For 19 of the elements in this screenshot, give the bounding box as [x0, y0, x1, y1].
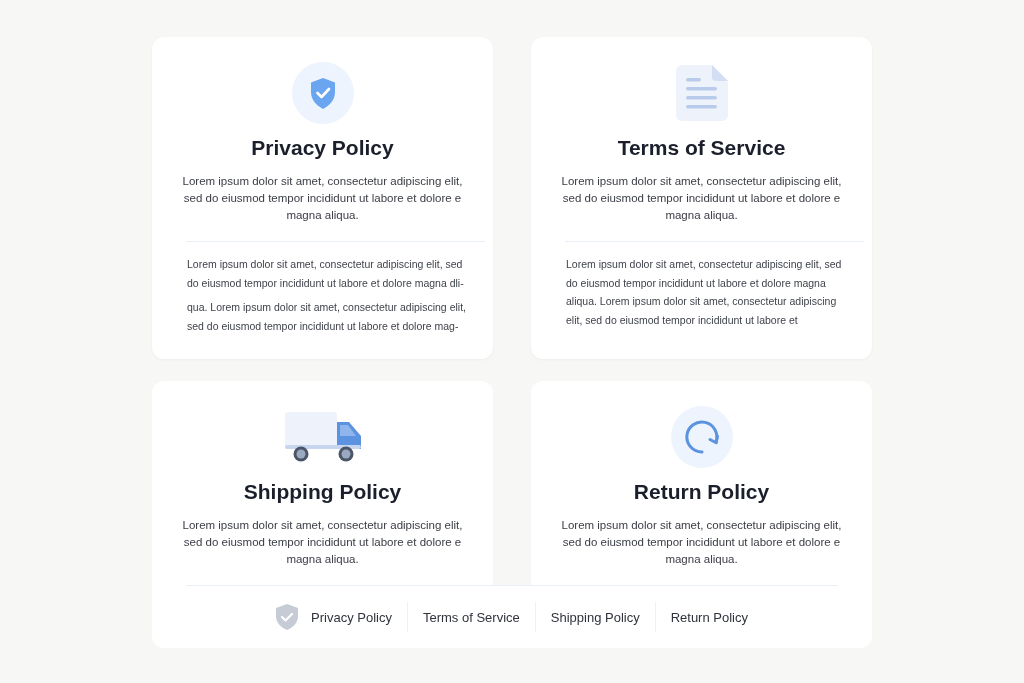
- document-icon: [675, 65, 728, 121]
- card-title: Shipping Policy: [243, 479, 402, 505]
- card-summary: Lorem ipsum dolor sit amet, consectetur adipiscing elit, sed do eiusmod tempor incididunt ut labore et dolore e magna aliqua.: [182, 174, 463, 223]
- card-summary: Lorem ipsum dolor sit amet, consectetur adipiscing elit, sed do eiusmod tempor incididunt ut labore et dolore e magna aliqua.: [561, 518, 842, 567]
- footer-link[interactable]: Shipping Policy: [550, 605, 640, 629]
- card-body-text: Lorem ipsum dolor sit amet, consectetur adipiscing elit, sed do eiusmod tempor incididunt ut labore et dolore magna aliqua. Lorem ipsum dolor sit amet, consectetur adipiscing elit, sed do eiusmod tempor incididunt ut labore et: [566, 257, 843, 328]
- card-title: Privacy Policy: [251, 135, 394, 161]
- footer-link[interactable]: Terms of Service: [422, 605, 520, 629]
- card-body-text: Lorem ipsum dolor sit amet, consectetur adipiscing elit, sed do eiusmod tempor incididunt ut labore et dolore magna dli-: [187, 257, 465, 291]
- truck-icon: [284, 412, 361, 462]
- card-summary: Lorem ipsum dolor sit amet, consectetur adipiscing elit, sed do eiusmod tempor incididunt ut labore et dolore e magna aliqua.: [561, 174, 842, 223]
- footer-link[interactable]: Privacy Policy: [311, 605, 392, 629]
- card-summary: Lorem ipsum dolor sit amet, consectetur adipiscing elit, sed do eiusmod tempor incididunt ut labore et dolore e magna aliqua.: [182, 518, 463, 567]
- shield-check-icon: [291, 62, 354, 124]
- card-title: Terms of Service: [617, 135, 786, 161]
- footer-link[interactable]: Return Policy: [670, 605, 748, 629]
- card-body-text: qua. Lorem ipsum dolor sit amet, consectetur adipiscing elit, sed do eiusmod tempor incididunt ut labore et dolore mag-: [187, 300, 467, 334]
- card-title: Return Policy: [633, 479, 770, 505]
- shield-check-icon: [276, 604, 299, 630]
